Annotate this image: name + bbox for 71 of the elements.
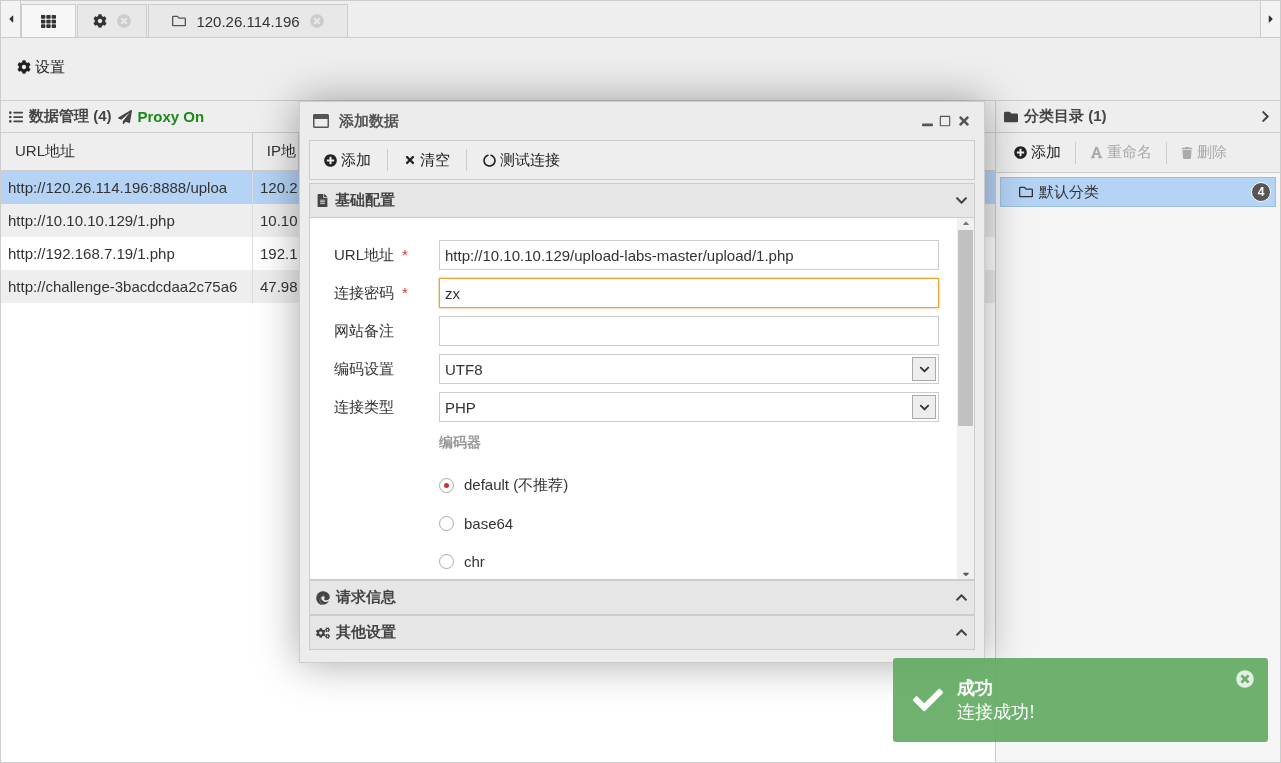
tab[interactable] <box>77 4 147 37</box>
input-field[interactable]: http://10.10.10.129/upload-labs-master/upload/1.php <box>439 240 939 270</box>
section-header[interactable]: 其他设置 <box>309 615 975 650</box>
gears-icon <box>316 625 330 640</box>
chevron-up-icon <box>955 626 968 639</box>
section-header[interactable]: 请求信息 <box>309 580 975 615</box>
scrollbar-thumb[interactable] <box>958 230 973 426</box>
category-item[interactable]: 默认分类 4 <box>1000 177 1276 207</box>
close-icon <box>404 154 416 166</box>
add-icon <box>324 153 337 167</box>
radio-icon[interactable] <box>439 553 454 569</box>
window-icon <box>313 113 329 129</box>
toolbar-button[interactable]: 测试连接 <box>483 150 560 170</box>
field-label: 连接密码 <box>334 283 394 303</box>
input-field[interactable]: zx <box>439 278 939 308</box>
radio-icon[interactable] <box>439 515 454 531</box>
select-field[interactable]: UTF8 <box>439 354 939 384</box>
tab[interactable]: 120.26.114.196 <box>148 4 348 37</box>
section-header[interactable]: 基础配置 <box>309 183 975 218</box>
field-label: URL地址 <box>334 245 394 265</box>
close-icon[interactable] <box>957 114 971 128</box>
tab[interactable] <box>21 4 76 37</box>
field-label: 连接类型 <box>334 397 394 417</box>
radio-option[interactable]: default (不推荐) <box>439 470 957 500</box>
table-cell: http://challenge-3bacdcdaa2c75a6 <box>1 270 253 303</box>
grid-icon <box>41 13 56 29</box>
add-icon <box>1014 146 1027 159</box>
required-mark: * <box>402 283 408 303</box>
scroll-right-button[interactable] <box>1260 1 1280 37</box>
field-label: 编码设置 <box>334 359 394 379</box>
list-icon <box>9 109 23 124</box>
table-cell-text: 120.2 <box>259 178 299 198</box>
input-field[interactable] <box>439 316 939 346</box>
radio-option[interactable]: base64 <box>439 508 957 538</box>
toolbar-button[interactable]: 清空 <box>404 150 450 170</box>
group-label: 编码器 <box>439 434 482 452</box>
column-header[interactable]: IP地 <box>252 133 299 170</box>
folder-icon <box>1019 185 1033 199</box>
folder-icon <box>172 14 187 28</box>
field-label: 网站备注 <box>334 321 394 341</box>
toast-message: 连接成功! <box>957 701 1035 724</box>
dialog-title: 添加数据 <box>339 111 399 131</box>
panel-title: 数据管理 (4) <box>29 107 112 126</box>
chevron-down-icon <box>955 194 968 207</box>
table-cell-text: 192.1 <box>259 244 299 264</box>
font-icon <box>1090 146 1103 159</box>
table-cell-text: 10.10 <box>259 211 299 231</box>
required-mark: * <box>402 245 408 265</box>
paper-plane-icon <box>117 109 132 124</box>
chevron-up-icon <box>955 591 968 604</box>
radio-icon[interactable] <box>439 477 454 493</box>
toolbar-button[interactable]: 添加 <box>1014 143 1061 162</box>
toast-title: 成功 <box>957 677 994 700</box>
chevron-right-icon[interactable] <box>1259 110 1272 123</box>
settings-button[interactable]: 设置 <box>17 57 65 77</box>
maximize-icon[interactable] <box>939 115 951 127</box>
folder-icon <box>1004 109 1018 124</box>
select-field[interactable]: PHP <box>439 392 939 422</box>
count-badge: 4 <box>1251 182 1271 202</box>
trash-icon <box>1181 146 1193 159</box>
settings-icon <box>17 60 31 74</box>
settings-icon <box>93 14 107 28</box>
edge-icon <box>316 590 330 605</box>
document-icon <box>316 194 329 207</box>
toolbar-button[interactable]: 添加 <box>324 150 371 170</box>
radio-option[interactable]: chr <box>439 546 957 576</box>
spinner-icon <box>483 153 496 167</box>
panel-title: 分类目录 (1) <box>1024 107 1107 126</box>
proxy-status: Proxy On <box>137 108 205 125</box>
column-header[interactable]: URL地址 <box>1 133 253 170</box>
table-cell-text: 47.98 <box>259 277 299 297</box>
